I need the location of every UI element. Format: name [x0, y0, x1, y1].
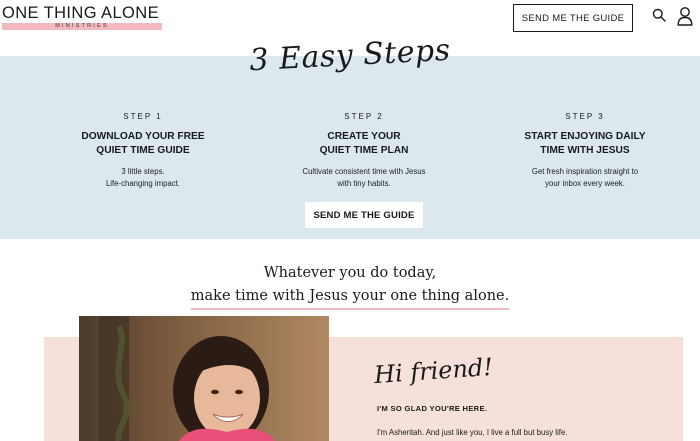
- logo-title: ONE THING ALONE: [2, 4, 159, 22]
- step-title-line: TIME WITH JESUS: [540, 145, 630, 156]
- steps-send-guide-button[interactable]: SEND ME THE GUIDE: [305, 202, 423, 228]
- intro-body: I'm Asheritah. And just like you, I live…: [377, 428, 568, 437]
- step-title-line: START ENJOYING DAILY: [524, 131, 646, 142]
- step-desc-line: your inbox every week.: [545, 179, 625, 188]
- author-photo: [79, 316, 329, 441]
- step-label: STEP 2: [344, 112, 384, 121]
- step-title-line: QUIET TIME PLAN: [319, 145, 409, 156]
- site-logo[interactable]: ONE THING ALONE MINISTRIES: [2, 5, 162, 30]
- tagline-line-1: Whatever you do today,: [263, 265, 437, 281]
- step-title-line: QUIET TIME GUIDE: [96, 145, 190, 156]
- tagline-line-2: make time with Jesus your one thing alon…: [190, 285, 510, 310]
- step-title-line: DOWNLOAD YOUR FREE: [81, 131, 205, 142]
- step-label: STEP 3: [565, 112, 605, 121]
- tagline: Whatever you do today, make time with Je…: [0, 262, 700, 310]
- step-title: START ENJOYING DAILY TIME WITH JESUS: [485, 130, 685, 158]
- intro-heading: I'M SO GLAD YOU'RE HERE.: [377, 404, 488, 413]
- step-desc-line: Life-changing impact.: [105, 179, 181, 188]
- step-label: STEP 1: [123, 112, 163, 121]
- step-desc-line: Cultivate consistent time with Jesus: [302, 167, 426, 176]
- step-desc-line: 3 little steps.: [121, 167, 165, 176]
- step-description: Get fresh inspiration straight to your i…: [485, 166, 685, 190]
- step-desc-line: with tiny habits.: [337, 179, 391, 188]
- step-title: DOWNLOAD YOUR FREE QUIET TIME GUIDE: [43, 130, 243, 158]
- step-desc-line: Get fresh inspiration straight to: [531, 167, 639, 176]
- logo-subtitle: MINISTRIES: [2, 23, 162, 30]
- step-description: 3 little steps. Life-changing impact.: [43, 166, 243, 190]
- step-title-line: CREATE YOUR: [327, 131, 401, 142]
- step-description: Cultivate consistent time with Jesus wit…: [264, 166, 464, 190]
- step-title: CREATE YOUR QUIET TIME PLAN: [264, 130, 464, 158]
